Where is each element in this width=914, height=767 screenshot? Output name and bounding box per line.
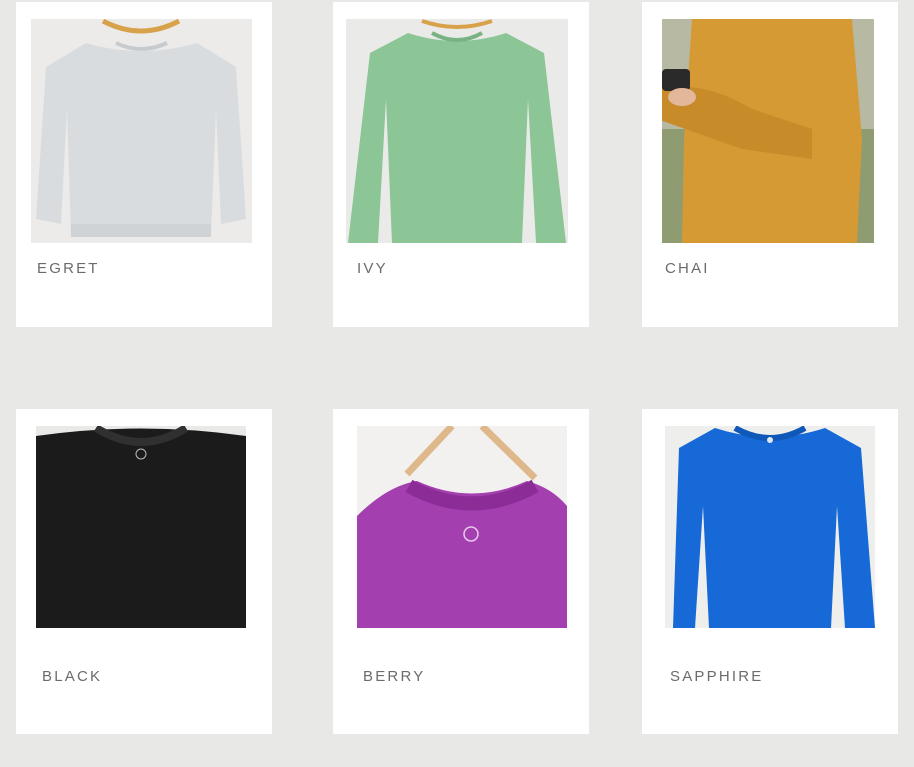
product-name[interactable]: IVY [357,260,388,277]
chai-sweatshirt-image[interactable] [662,19,874,243]
black-sweatshirt-image[interactable] [36,426,246,628]
product-card-black[interactable]: BLACK [16,409,272,734]
product-name[interactable]: EGRET [37,260,100,277]
berry-sweatshirt-image[interactable] [357,426,567,628]
sapphire-sweatshirt-image[interactable] [665,426,875,628]
product-name[interactable]: BERRY [363,668,425,685]
product-card-sapphire[interactable]: SAPPHIRE [642,409,898,734]
product-card-chai[interactable]: CHAI [642,2,898,327]
product-card-ivy[interactable]: IVY [333,2,589,327]
product-card-berry[interactable]: BERRY [333,409,589,734]
ivy-sweatshirt-image[interactable] [346,19,568,243]
product-name[interactable]: BLACK [42,668,102,685]
product-name[interactable]: CHAI [665,260,710,277]
egret-sweatshirt-image[interactable] [31,19,252,243]
product-card-egret[interactable]: EGRET [16,2,272,327]
product-name[interactable]: SAPPHIRE [670,668,763,685]
